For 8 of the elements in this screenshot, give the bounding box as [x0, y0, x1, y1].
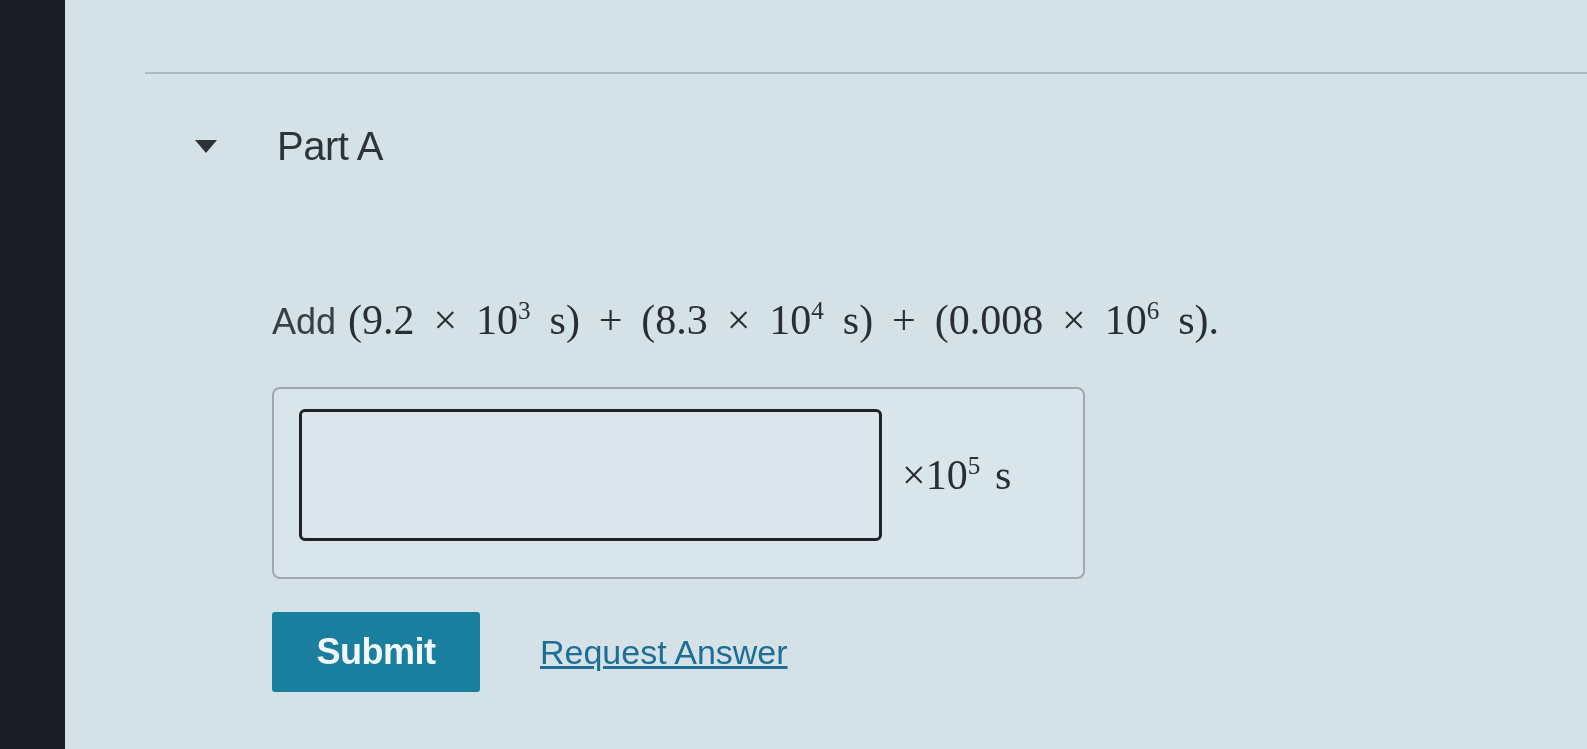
part-title[interactable]: Part A: [277, 126, 383, 166]
request-answer-link[interactable]: Request Answer: [540, 632, 788, 672]
math-expression: (9.2 × 10$^{3}$ s) + (8.3 × 10$^{4}$ s) + (0.008 × 10$^{6}$ s).: [348, 296, 1219, 345]
submit-button[interactable]: Submit: [272, 612, 480, 692]
answer-input-field[interactable]: [299, 409, 882, 541]
caret-icon[interactable]: [195, 139, 217, 153]
unit-label: ×10$^{5}$ s: [902, 451, 1012, 499]
question-text: Add: [272, 300, 337, 344]
